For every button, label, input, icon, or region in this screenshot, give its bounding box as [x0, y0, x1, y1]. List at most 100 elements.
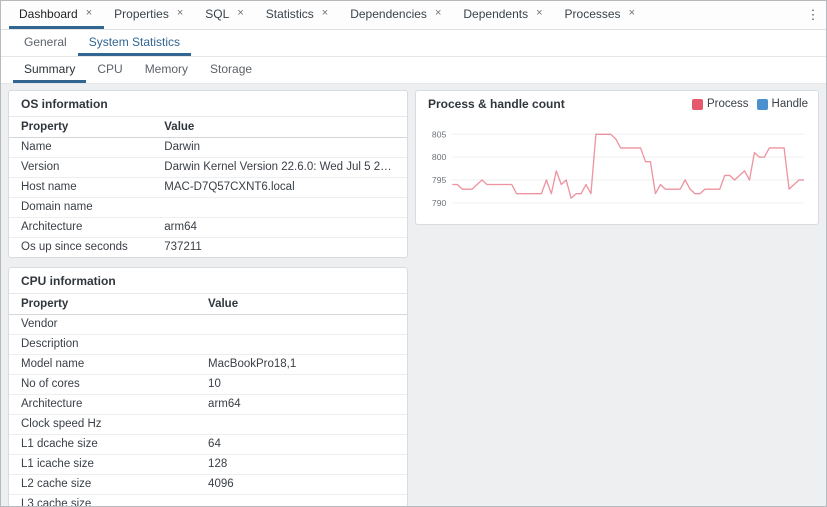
- svg-text:800: 800: [432, 152, 447, 162]
- tab-dependents[interactable]: Dependents ×: [453, 1, 554, 29]
- right-column: Process & handle count Process Handle 79: [415, 90, 819, 500]
- column-header-value: Value: [196, 294, 407, 314]
- chart-canvas: 790 795 800 805: [422, 115, 810, 220]
- value-cell: MacBookPro18,1: [196, 354, 407, 374]
- tab-label: Dependents: [463, 7, 528, 21]
- value-cell: 737211: [152, 237, 407, 257]
- column-header-property: Property: [9, 117, 152, 137]
- table-row: Model nameMacBookPro18,1: [9, 354, 407, 374]
- table-row: L2 cache size4096: [9, 474, 407, 494]
- process-handle-chart-panel: Process & handle count Process Handle 79: [415, 90, 819, 225]
- tab-memory[interactable]: Memory: [134, 57, 199, 83]
- close-icon[interactable]: ×: [534, 7, 544, 20]
- table-row: Os up since seconds737211: [9, 237, 407, 257]
- summary-content: OS information Property Value NameDarwin…: [1, 84, 826, 506]
- table-row: VersionDarwin Kernel Version 22.6.0: Wed…: [9, 157, 407, 177]
- property-cell: Architecture: [9, 217, 152, 237]
- value-cell: Darwin: [152, 137, 407, 157]
- property-cell: Os up since seconds: [9, 237, 152, 257]
- svg-text:805: 805: [432, 129, 447, 139]
- tab-label: Properties: [114, 7, 169, 21]
- close-icon[interactable]: ×: [627, 7, 637, 20]
- table-row: Vendor: [9, 314, 407, 334]
- value-cell: [196, 494, 407, 506]
- value-cell: 64: [196, 434, 407, 454]
- property-cell: Version: [9, 157, 152, 177]
- handle-swatch-icon: [757, 99, 768, 110]
- tab-storage[interactable]: Storage: [199, 57, 263, 83]
- property-cell: Model name: [9, 354, 196, 374]
- tab-general[interactable]: General: [13, 30, 78, 56]
- table-row: Architecturearm64: [9, 217, 407, 237]
- line-chart: 790 795 800 805: [416, 115, 818, 226]
- tab-sql[interactable]: SQL ×: [195, 1, 255, 29]
- property-cell: Vendor: [9, 314, 196, 334]
- table-row: Clock speed Hz: [9, 414, 407, 434]
- left-column: OS information Property Value NameDarwin…: [8, 90, 408, 500]
- value-cell: [196, 314, 407, 334]
- process-swatch-icon: [692, 99, 703, 110]
- value-cell: [196, 414, 407, 434]
- table-row: L1 dcache size64: [9, 434, 407, 454]
- value-cell: Darwin Kernel Version 22.6.0: Wed Jul 5 …: [152, 157, 407, 177]
- chart-header: Process & handle count Process Handle: [416, 91, 818, 115]
- close-icon[interactable]: ×: [433, 7, 443, 20]
- legend-item-process: Process: [692, 98, 749, 110]
- pgadmin-dashboard-window: Dashboard × Properties × SQL × Statistic…: [0, 0, 827, 507]
- property-cell: L3 cache size: [9, 494, 196, 506]
- table-row: Architecturearm64: [9, 394, 407, 414]
- close-icon[interactable]: ×: [235, 7, 245, 20]
- svg-text:795: 795: [432, 175, 447, 185]
- property-cell: Host name: [9, 177, 152, 197]
- tab-label: Processes: [565, 7, 621, 21]
- top-tab-bar: Dashboard × Properties × SQL × Statistic…: [1, 1, 826, 30]
- table-row: Domain name: [9, 197, 407, 217]
- close-icon[interactable]: ×: [175, 7, 185, 20]
- legend-label: Handle: [772, 98, 808, 110]
- table-row: NameDarwin: [9, 137, 407, 157]
- tab-dashboard[interactable]: Dashboard ×: [9, 1, 104, 29]
- table-row: No of cores10: [9, 374, 407, 394]
- cpu-information-table: Property Value VendorDescriptionModel na…: [9, 294, 407, 506]
- tab-label: SQL: [205, 7, 229, 21]
- tab-dependencies[interactable]: Dependencies ×: [340, 1, 453, 29]
- value-cell: arm64: [196, 394, 407, 414]
- value-cell: arm64: [152, 217, 407, 237]
- chart-title: Process & handle count: [428, 97, 565, 111]
- tab-system-statistics[interactable]: System Statistics: [78, 30, 191, 56]
- property-cell: Name: [9, 137, 152, 157]
- table-row: L3 cache size: [9, 494, 407, 506]
- value-cell: 10: [196, 374, 407, 394]
- tab-statistics[interactable]: Statistics ×: [256, 1, 340, 29]
- legend-item-handle: Handle: [757, 98, 808, 110]
- table-row: L1 icache size128: [9, 454, 407, 474]
- panel-title: OS information: [9, 91, 407, 117]
- statistics-sub-tab-bar: Summary CPU Memory Storage: [1, 57, 826, 84]
- column-header-value: Value: [152, 117, 407, 137]
- tab-label: Dependencies: [350, 7, 427, 21]
- dashboard-sub-tab-bar: General System Statistics: [1, 30, 826, 57]
- table-row: Host nameMAC-D7Q57CXNT6.local: [9, 177, 407, 197]
- cpu-information-panel: CPU information Property Value VendorDes…: [8, 267, 408, 506]
- property-cell: L1 dcache size: [9, 434, 196, 454]
- os-information-panel: OS information Property Value NameDarwin…: [8, 90, 408, 258]
- tab-summary[interactable]: Summary: [13, 57, 86, 83]
- property-cell: L1 icache size: [9, 454, 196, 474]
- table-row: Description: [9, 334, 407, 354]
- table-header-row: Property Value: [9, 294, 407, 314]
- value-cell: [152, 197, 407, 217]
- tab-processes[interactable]: Processes ×: [555, 1, 647, 29]
- panel-title: CPU information: [9, 268, 407, 294]
- tab-properties[interactable]: Properties ×: [104, 1, 195, 29]
- value-cell: 128: [196, 454, 407, 474]
- value-cell: [196, 334, 407, 354]
- property-cell: L2 cache size: [9, 474, 196, 494]
- svg-text:790: 790: [432, 198, 447, 208]
- property-cell: Architecture: [9, 394, 196, 414]
- close-icon[interactable]: ×: [320, 7, 330, 20]
- property-cell: Description: [9, 334, 196, 354]
- chart-legend: Process Handle: [692, 98, 808, 110]
- tab-cpu[interactable]: CPU: [86, 57, 133, 83]
- close-icon[interactable]: ×: [84, 7, 94, 20]
- more-options-icon[interactable]: ⋮: [804, 5, 822, 25]
